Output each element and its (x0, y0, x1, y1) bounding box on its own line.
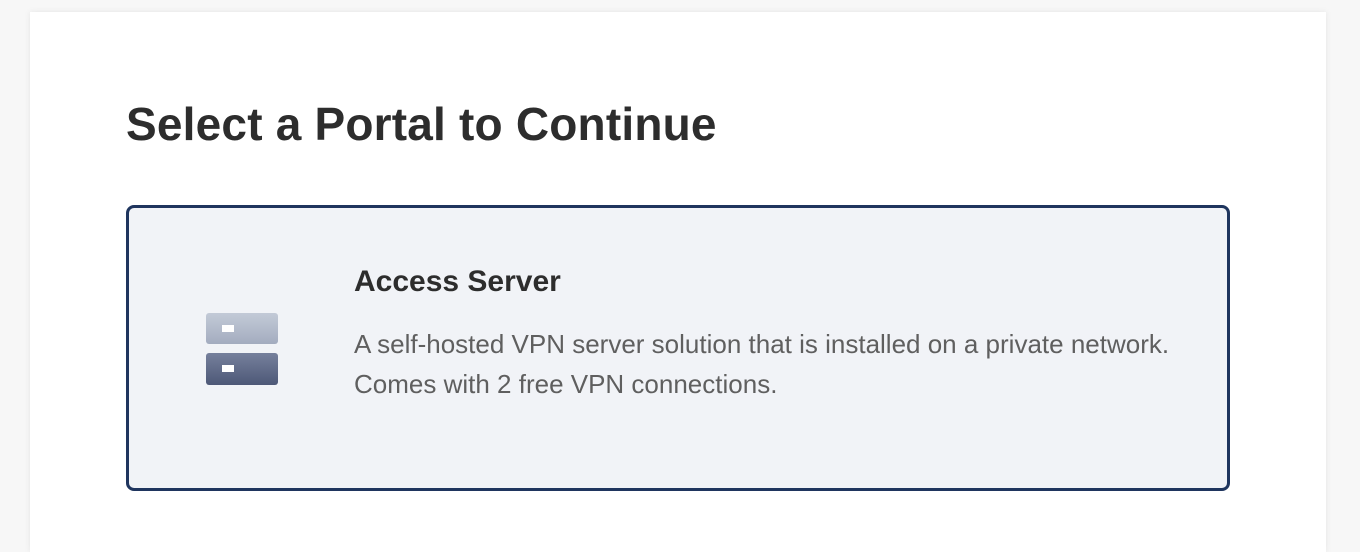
portal-description-line: A self-hosted VPN server solution that i… (354, 329, 1170, 359)
server-icon (206, 313, 278, 385)
portal-description-line: Comes with 2 free VPN connections. (354, 369, 778, 399)
portal-card-access-server[interactable]: Access Server A self-hosted VPN server s… (126, 205, 1230, 491)
portal-selection-panel: Select a Portal to Continue Access Serve… (30, 12, 1326, 552)
portal-title: Access Server (354, 265, 561, 298)
portal-description: A self-hosted VPN server solution that i… (354, 324, 1194, 404)
page-title: Select a Portal to Continue (126, 98, 717, 150)
